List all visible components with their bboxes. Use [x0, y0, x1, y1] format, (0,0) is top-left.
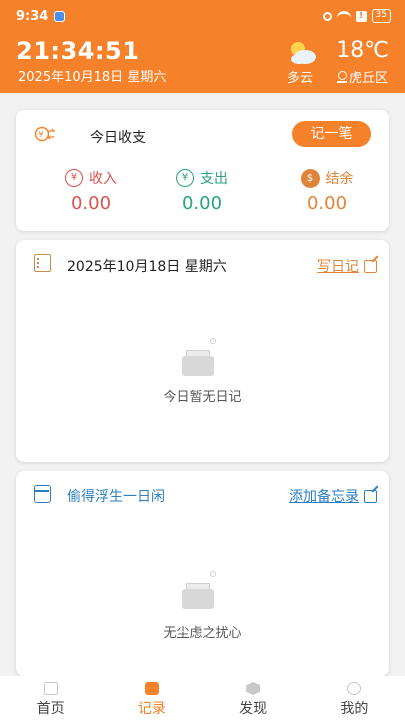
write-diary-label: 写日记: [317, 259, 359, 275]
expense-icon: ¥: [176, 169, 194, 187]
status-bar: 9:34 ! 35: [16, 6, 391, 26]
status-time: 9:34: [16, 8, 49, 24]
notebook-icon: [34, 254, 51, 272]
me-icon: [347, 682, 362, 695]
diary-date: 2025年10月18日 星期六: [67, 256, 227, 276]
nav-discover[interactable]: 发现: [203, 676, 304, 720]
income-label: 收入: [89, 171, 117, 187]
wifi-icon: [336, 11, 351, 21]
record-button[interactable]: 记一笔: [292, 121, 371, 147]
money-bag-icon: $: [300, 168, 320, 188]
nav-home[interactable]: 首页: [0, 676, 101, 720]
record-icon: [144, 682, 159, 695]
add-memo-label: 添加备忘录: [289, 489, 359, 505]
money-exchange-icon: ¥: [34, 126, 56, 142]
alert-icon: !: [355, 10, 367, 22]
home-icon: [43, 682, 58, 695]
expense-value: 0.00: [181, 193, 223, 214]
header-weekday: 星期六: [127, 70, 167, 85]
sparkle-icon: [210, 338, 216, 344]
balance-value: 0.00: [306, 193, 348, 214]
memo-card: 偷得浮生一日闲 添加备忘录 无尘虑之扰心: [16, 471, 389, 676]
svg-text:¥: ¥: [39, 130, 44, 139]
clock: 21:34:51: [16, 37, 140, 65]
diary-card: 2025年10月18日 星期六 写日记 今日暂无日记: [16, 240, 389, 462]
wallet-icon: [34, 485, 51, 503]
nav-me[interactable]: 我的: [304, 676, 405, 720]
nav-record[interactable]: 记录: [101, 676, 202, 720]
diary-empty-text: 今日暂无日记: [163, 390, 242, 405]
battery-icon: 35: [371, 9, 391, 23]
app-notification-icon: [54, 10, 66, 22]
header: 9:34 ! 35 21:34:51 2025年10月18日 星期六 18℃ 多…: [0, 0, 405, 93]
memo-title: 偷得浮生一日闲: [67, 489, 165, 505]
empty-box-icon: [182, 348, 214, 376]
header-date: 2025年10月18日 星期六: [18, 66, 166, 85]
weather-description: 多云: [287, 71, 314, 86]
location-status-icon: [322, 11, 332, 21]
expense-stat: ¥ 支出 0.00: [157, 168, 247, 214]
location-pin-icon: [336, 70, 347, 83]
header-date-text: 2025年10月18日: [18, 70, 124, 85]
nav-discover-label: 发现: [239, 701, 268, 717]
add-memo-link[interactable]: 添加备忘录: [289, 486, 377, 506]
income-value: 0.00: [70, 193, 112, 214]
discover-icon: [246, 682, 261, 695]
location[interactable]: 虎丘区: [336, 67, 388, 86]
location-name: 虎丘区: [348, 71, 388, 86]
diary-weekday: 星期六: [184, 259, 227, 275]
nav-home-label: 首页: [36, 701, 65, 717]
bottom-nav: 首页 记录 发现 我的: [0, 676, 405, 720]
memo-empty-text: 无尘虑之扰心: [163, 626, 242, 641]
balance-stat: $ 结余 0.00: [282, 168, 372, 214]
expense-label: 支出: [200, 171, 228, 187]
income-icon: ¥: [65, 169, 83, 187]
nav-me-label: 我的: [340, 701, 369, 717]
partly-cloudy-icon: [291, 42, 316, 64]
sparkle-icon: [210, 571, 216, 577]
temperature: 18℃: [336, 38, 389, 63]
diary-date-text: 2025年10月18日: [67, 259, 181, 275]
balance-label: 结余: [325, 171, 354, 187]
nav-record-label: 记录: [137, 701, 166, 717]
write-diary-link[interactable]: 写日记: [317, 256, 377, 276]
finance-card: ¥ 今日收支 记一笔 ¥ 收入 0.00 ¥ 支出 0.00 $ 结余 0.00: [16, 110, 389, 231]
empty-box-icon: [182, 581, 214, 609]
edit-icon: [364, 489, 377, 503]
income-stat: ¥ 收入 0.00: [46, 168, 136, 214]
finance-title: 今日收支: [90, 130, 146, 146]
edit-icon: [364, 259, 377, 273]
